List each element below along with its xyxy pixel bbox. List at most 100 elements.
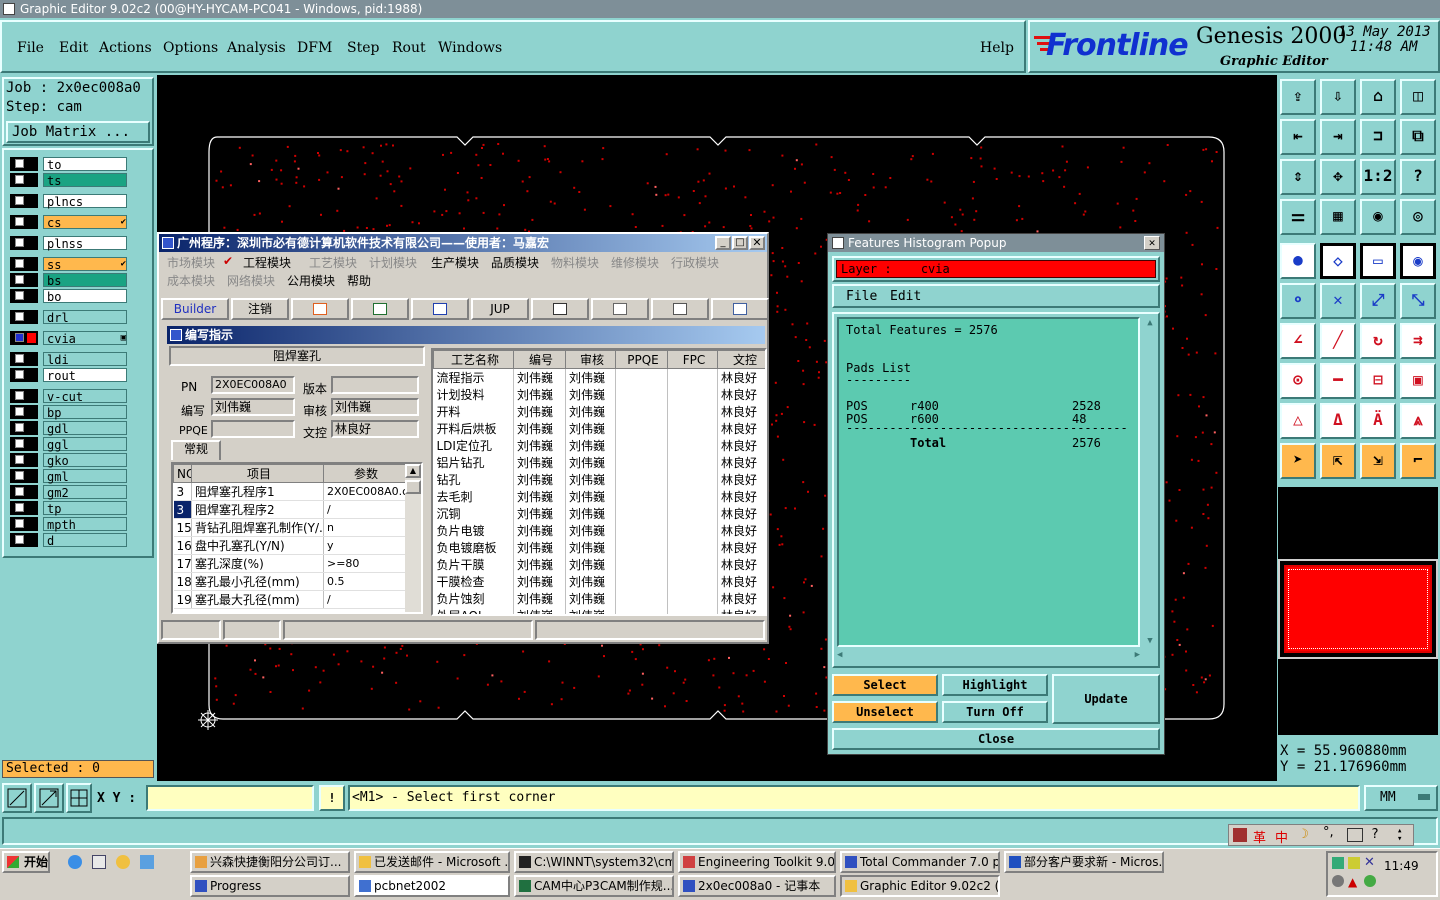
mes-menu-item[interactable]: 工艺模块: [309, 254, 357, 271]
tool-chip-button[interactable]: ▣: [1400, 363, 1436, 399]
layer-row-ts[interactable]: ts: [10, 173, 128, 188]
layer-checkbox[interactable]: [10, 236, 38, 250]
mes-menu-item[interactable]: 市场模块: [167, 254, 215, 271]
ime-chinese-mode[interactable]: 中: [1275, 827, 1288, 846]
ime-punct-mode[interactable]: °,: [1323, 825, 1334, 840]
taskbar-item[interactable]: pcbnet2002: [354, 875, 510, 897]
doc-control-field[interactable]: 林良好: [331, 420, 419, 438]
overview-map[interactable]: [1278, 559, 1438, 659]
taskbar-item[interactable]: C:\WINNT\system32\cmd...: [514, 851, 674, 873]
layer-name[interactable]: cs: [43, 215, 127, 230]
table-row[interactable]: 沉铜 刘伟巍 刘伟巍 林良好: [433, 505, 765, 522]
tool-delta-button[interactable]: Δ: [1320, 403, 1356, 439]
close-button[interactable]: Close: [832, 728, 1160, 750]
clock-app-icon[interactable]: [116, 855, 130, 869]
layer-checkbox[interactable]: [10, 257, 38, 271]
mes-menu-item[interactable]: 工程模块: [243, 254, 291, 271]
mes-tool-logout-button[interactable]: 注销: [231, 298, 289, 320]
unselect-button[interactable]: Unselect: [832, 701, 938, 723]
param-header[interactable]: 项目: [191, 464, 324, 483]
layer-name[interactable]: mpth: [43, 517, 127, 532]
mes-menu-item[interactable]: 成本模块: [167, 272, 215, 289]
taskbar-item[interactable]: 已发送邮件 - Microsoft ...: [354, 851, 510, 873]
tray-x-icon[interactable]: ✕: [1364, 855, 1375, 870]
layer-name[interactable]: ggl: [43, 437, 127, 452]
layer-name[interactable]: bs: [43, 273, 127, 288]
tool-triangle-button[interactable]: △: [1280, 403, 1316, 439]
layer-checkbox[interactable]: [10, 405, 38, 419]
menu-analysis[interactable]: Analysis: [227, 40, 286, 56]
menu-edit[interactable]: Edit: [59, 40, 88, 56]
start-button[interactable]: 开始: [2, 851, 50, 873]
histogram-vscroll[interactable]: ▲ ▼: [1144, 317, 1156, 647]
mes-tool-monitor-button[interactable]: [711, 298, 769, 320]
mes-menu-item[interactable]: 行政模块: [671, 254, 719, 271]
mes-tool-jup-button[interactable]: JUP: [471, 298, 529, 320]
tool-line-button[interactable]: ╱: [1320, 323, 1356, 359]
table-row[interactable]: 干膜检查 刘伟巍 刘伟巍 林良好: [433, 573, 765, 590]
layer-row-bo[interactable]: bo: [10, 289, 128, 304]
tool-filter-button[interactable]: ⚌: [1280, 199, 1316, 235]
layer-name[interactable]: gdl: [43, 421, 127, 436]
tool-bar-button[interactable]: ━: [1320, 363, 1356, 399]
tool-prev-button[interactable]: ⇤: [1280, 119, 1316, 155]
table-row[interactable]: 15 背钻孔阻焊塞孔制作(Y/.. n: [173, 518, 406, 537]
process-header[interactable]: 工艺名称: [433, 350, 514, 369]
process-header[interactable]: 审核: [565, 350, 616, 369]
layer-name[interactable]: ss: [43, 257, 127, 272]
table-row[interactable]: 3阻焊塞孔程序12X0EC008A0.cv: [173, 482, 406, 501]
process-header[interactable]: 编号: [513, 350, 566, 369]
tool-ratio-button[interactable]: 1:2: [1360, 159, 1396, 195]
mes-tool-builder-button[interactable]: Builder: [161, 298, 229, 320]
tool-move-button[interactable]: ⤡: [1400, 283, 1436, 319]
taskbar-item[interactable]: 2x0ec008a0 - 记事本: [678, 875, 836, 897]
table-row[interactable]: 负片蚀刻 刘伟巍 刘伟巍 林良好: [433, 590, 765, 607]
layer-row-cs[interactable]: cs ✔: [10, 215, 128, 230]
tool-record-button[interactable]: ●: [1280, 243, 1316, 279]
layer-row-cvia[interactable]: cvia ▣: [10, 331, 128, 346]
turn-off-button[interactable]: Turn Off: [942, 701, 1048, 723]
taskbar-item[interactable]: Graphic Editor 9.02c2 (00...: [840, 875, 1000, 897]
menu-rout[interactable]: Rout: [392, 40, 426, 56]
job-matrix-button[interactable]: Job Matrix ...: [6, 121, 150, 143]
mes-tool-word-button[interactable]: [411, 298, 469, 320]
tool-select-button[interactable]: ⇱: [1320, 443, 1356, 479]
tool-swap-button[interactable]: ⧉: [1400, 119, 1436, 155]
layer-name[interactable]: cvia: [43, 331, 127, 346]
layer-row-drl[interactable]: drl: [10, 310, 128, 325]
popup-menu-file[interactable]: File: [846, 289, 877, 304]
zoom-fit-tool[interactable]: [2, 783, 32, 813]
xy-input[interactable]: [146, 785, 314, 811]
tool-arrow-up-button[interactable]: Ä: [1360, 403, 1396, 439]
taskbar-item[interactable]: Engineering Toolkit 9.02c...: [678, 851, 836, 873]
tool-home-button[interactable]: ⌂: [1360, 79, 1396, 115]
table-row[interactable]: 负片电镀 刘伟巍 刘伟巍 林良好: [433, 522, 765, 539]
layer-checkbox[interactable]: [10, 533, 38, 547]
tool-snap-button[interactable]: ⚬: [1280, 283, 1316, 319]
tool-help-button[interactable]: ?: [1400, 159, 1436, 195]
process-header[interactable]: PPQE: [615, 350, 668, 369]
ime-logo-icon[interactable]: [1233, 828, 1247, 842]
tool-layers-alt-button[interactable]: ◎: [1400, 199, 1436, 235]
tab-general[interactable]: 常规: [171, 440, 221, 460]
table-row[interactable]: 外层AOI 刘伟巍 刘伟巍 林良好: [433, 607, 765, 614]
layer-checkbox[interactable]: [10, 368, 38, 382]
tray-alert-icon[interactable]: ▲: [1348, 875, 1357, 889]
tool-cross-button[interactable]: ✕: [1320, 283, 1356, 319]
layer-name[interactable]: gko: [43, 453, 127, 468]
menu-actions[interactable]: Actions: [99, 40, 152, 56]
layer-checkbox[interactable]: [10, 215, 38, 229]
taskbar-item[interactable]: CAM中心P3CAM制作规...: [514, 875, 674, 897]
layer-checkbox[interactable]: [10, 437, 38, 451]
menu-help[interactable]: Help: [980, 40, 1014, 56]
layer-name[interactable]: plnss: [43, 236, 127, 251]
process-header[interactable]: 文控: [717, 350, 765, 369]
table-row[interactable]: 3 阻焊塞孔程序2/: [173, 500, 406, 519]
table-row[interactable]: 开料后烘板 刘伟巍 刘伟巍 林良好: [433, 420, 765, 437]
grid-tool[interactable]: [66, 783, 92, 813]
taskbar-item[interactable]: 兴森快捷衡阳分公司订...: [190, 851, 350, 873]
layer-checkbox[interactable]: [10, 453, 38, 467]
taskbar-item[interactable]: Total Commander 7.0 pub...: [840, 851, 1000, 873]
tool-angle-button[interactable]: ∠: [1280, 323, 1316, 359]
histogram-hscroll[interactable]: ◀ ▶: [837, 650, 1140, 662]
